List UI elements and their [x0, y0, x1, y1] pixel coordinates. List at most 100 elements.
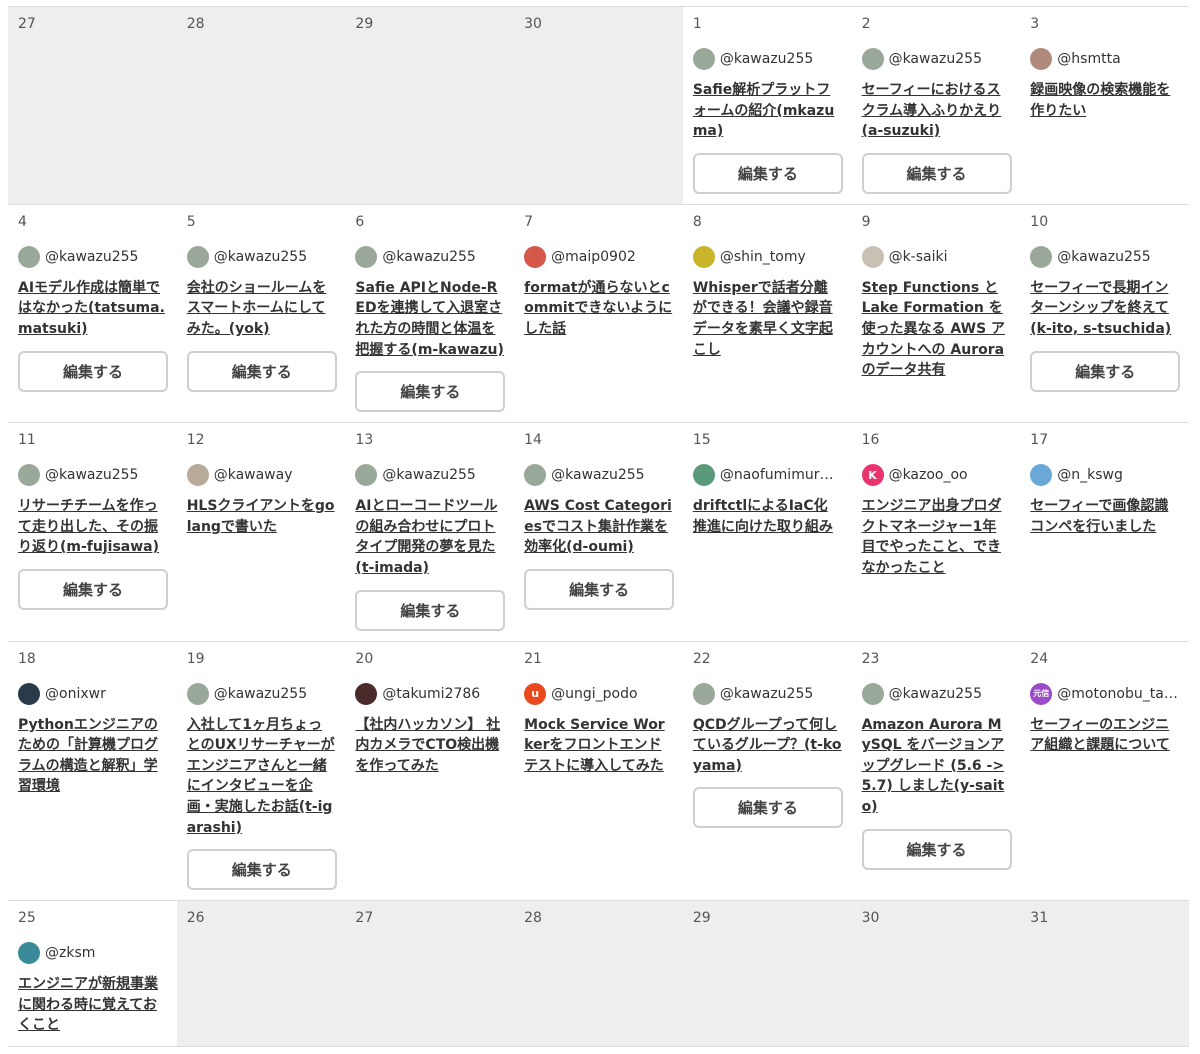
entry-title-link[interactable]: 録画映像の検索機能を作りたい — [1030, 80, 1179, 121]
entry-author[interactable]: @k-saiki — [861, 245, 1011, 268]
entry-author[interactable]: @kawazu255 — [186, 245, 336, 268]
avatar — [18, 464, 40, 487]
calendar-day: 1 @kawazu255 Safie解析プラットフォームの紹介(mkazuma) 編集… — [683, 7, 852, 204]
entry-author[interactable]: @kawazu255 — [524, 464, 673, 487]
calendar-week: 11 @kawazu255 リサーチチームを作って走り出した、その振り返り(m-fu… — [8, 423, 1189, 642]
avatar — [18, 682, 40, 705]
entry-author[interactable]: K @kazoo_oo — [861, 464, 1011, 487]
edit-button[interactable]: 編集する — [692, 787, 843, 829]
calendar-day: 7 @maip0902 formatが通らないとcommitできないようにした話 — [514, 205, 683, 422]
entry-author[interactable]: @n_kswg — [1030, 464, 1179, 487]
entry-title-link[interactable]: Step Functions と Lake Formation を使った異なる … — [862, 278, 1011, 381]
edit-button[interactable]: 編集する — [186, 350, 337, 392]
entry-title-link[interactable]: 入社して1ヶ月ちょっとのUXリサーチャーがエンジニアさんと一緒にインタビューを企… — [187, 715, 336, 839]
edit-button[interactable]: 編集する — [18, 568, 168, 610]
day-number: 18 — [18, 650, 36, 667]
author-username: @maip0902 — [551, 248, 636, 265]
calendar-day: 5 @kawazu255 会社のショールームをスマートホームにしてみた。(yok) 編… — [177, 205, 346, 422]
calendar-day: 9 @k-saiki Step Functions と Lake Formation… — [852, 205, 1021, 422]
entry-author[interactable]: @kawazu255 — [18, 245, 167, 268]
entry-author[interactable]: @kawazu255 — [1030, 245, 1179, 268]
entry-title-link[interactable]: Whisperで話者分離ができる！会議や録音データを素早く文字起こし — [693, 278, 842, 360]
entry-author[interactable]: @kawazu255 — [692, 682, 842, 705]
avatar — [861, 245, 884, 268]
calendar-day-outside-month: 28 — [514, 901, 683, 1046]
edit-button[interactable]: 編集する — [861, 152, 1012, 194]
day-number: 2 — [861, 16, 871, 32]
author-username: @kawazu255 — [213, 685, 308, 702]
entry-title-link[interactable]: セーフィーで画像認識コンペを行いました — [1030, 496, 1179, 537]
day-number: 29 — [692, 910, 711, 927]
entry-title-link[interactable]: セーフィーにおけるスクラム導入ふりかえり(a-suzuki) — [862, 80, 1011, 142]
day-number: 24 — [1030, 650, 1049, 667]
entry-author[interactable]: @hsmtta — [1030, 48, 1179, 70]
day-number: 31 — [1030, 910, 1049, 927]
entry-title-link[interactable]: Safie解析プラットフォームの紹介(mkazuma) — [693, 80, 842, 142]
calendar-day: 15 @naofumimurata driftctlによるIaC化推進に向けた取り組… — [683, 423, 852, 640]
author-username: @ungi_podo — [551, 685, 638, 702]
edit-button[interactable]: 編集する — [692, 152, 843, 194]
entry-title-link[interactable]: リサーチチームを作って走り出した、その振り返り(m-fujisawa) — [18, 496, 167, 558]
day-number: 15 — [692, 432, 711, 449]
entry-author[interactable]: @zksm — [18, 942, 167, 965]
avatar — [1030, 245, 1053, 268]
edit-button[interactable]: 編集する — [355, 589, 506, 631]
entry-author[interactable]: @kawazu255 — [861, 48, 1011, 70]
entry-author[interactable]: @naofumimurata — [692, 464, 842, 487]
day-number: 14 — [524, 432, 542, 449]
author-username: @kawazu255 — [1057, 248, 1151, 265]
calendar-day: 24 元信 @motonobu_tani... セーフィーのエンジニア組織と課題につい… — [1020, 642, 1189, 901]
edit-button[interactable]: 編集する — [861, 828, 1012, 870]
entry-author[interactable]: u @ungi_podo — [524, 682, 673, 705]
entry-title-link[interactable]: QCDグループって何しているグループ？(t-koyama) — [693, 715, 842, 777]
entry-title-link[interactable]: Mock Service Workerをフロントエンドテストに導入してみた — [524, 715, 673, 777]
day-number: 28 — [524, 910, 542, 927]
entry-title-link[interactable]: AIモデル作成は簡単ではなかった(tatsuma.matsuki) — [18, 278, 167, 340]
author-username: @shin_tomy — [719, 248, 806, 265]
entry-author[interactable]: @takumi2786 — [355, 682, 504, 705]
calendar-day-outside-month: 29 — [682, 901, 852, 1046]
entry-title-link[interactable]: Pythonエンジニアのための「計算機プログラムの構造と解釈」学習環境 — [18, 715, 167, 797]
author-username: @kawazu255 — [719, 51, 814, 67]
entry-title-link[interactable]: formatが通らないとcommitできないようにした話 — [524, 278, 673, 340]
calendar-day: 18 @onixwr Pythonエンジニアのための「計算機プログラムの構造と解釈」… — [8, 642, 177, 901]
avatar — [1030, 464, 1053, 487]
entry-title-link[interactable]: エンジニアが新規事業に関わる時に覚えておくこと — [18, 974, 167, 1036]
entry-author[interactable]: @kawazu255 — [355, 245, 504, 268]
entry-title-link[interactable]: AIとローコードツールの組み合わせにプロトタイプ開発の夢を見た(t-imada) — [355, 496, 504, 578]
entry-title-link[interactable]: Safie APIとNode-REDを連携して入退室された方の時間と体温を把握す… — [355, 278, 504, 360]
entry-title-link[interactable]: 会社のショールームをスマートホームにしてみた。(yok) — [187, 278, 336, 340]
entry-author[interactable]: @kawazu255 — [18, 464, 167, 487]
calendar-week: 18 @onixwr Pythonエンジニアのための「計算機プログラムの構造と解釈」… — [8, 642, 1189, 902]
avatar — [18, 942, 40, 965]
entry-title-link[interactable]: セーフィーで長期インターンシップを終えて(k-ito, s-tsuchida) — [1030, 278, 1179, 340]
entry-title-link[interactable]: セーフィーのエンジニア組織と課題について — [1030, 715, 1179, 756]
calendar-day: 16 K @kazoo_oo エンジニア出身プロダクトマネージャー1年目でやったこと、… — [852, 423, 1021, 640]
edit-button[interactable]: 編集する — [186, 849, 337, 891]
day-number: 4 — [18, 213, 27, 230]
edit-button[interactable]: 編集する — [18, 350, 168, 392]
entry-author[interactable]: @kawazu255 — [692, 48, 842, 70]
entry-author[interactable]: 元信 @motonobu_tani... — [1030, 682, 1179, 705]
entry-title-link[interactable]: Amazon Aurora MySQL をバージョンアップグレード (5.6 -… — [862, 715, 1011, 818]
entry-title-link[interactable]: エンジニア出身プロダクトマネージャー1年目でやったこと、できなかったこと — [862, 496, 1011, 578]
edit-button[interactable]: 編集する — [524, 568, 675, 610]
entry-title-link[interactable]: 【社内ハッカソン】 社内カメラでCTO検出機を作ってみた — [355, 715, 504, 777]
entry-author[interactable]: @onixwr — [18, 682, 167, 705]
entry-title-link[interactable]: AWS Cost Categoriesでコスト集計作業を効率化(d-oumi) — [524, 496, 673, 558]
calendar-day-outside-month: 27 — [8, 7, 177, 204]
entry-author[interactable]: @kawaway — [186, 464, 336, 487]
entry-author[interactable]: @shin_tomy — [692, 245, 842, 268]
author-username: @kawazu255 — [888, 685, 982, 702]
entry-author[interactable]: @kawazu255 — [861, 682, 1011, 705]
calendar-day: 17 @n_kswg セーフィーで画像認識コンペを行いました — [1020, 423, 1189, 640]
entry-title-link[interactable]: driftctlによるIaC化推進に向けた取り組み — [693, 496, 842, 537]
entry-title-link[interactable]: HLSクライアントをgolangで書いた — [187, 496, 336, 537]
edit-button[interactable]: 編集する — [355, 371, 506, 413]
entry-author[interactable]: @kawazu255 — [355, 464, 504, 487]
entry-author[interactable]: @maip0902 — [524, 245, 673, 268]
author-username: @kawazu255 — [45, 467, 139, 484]
edit-button[interactable]: 編集する — [1030, 350, 1181, 392]
calendar-week: 4 @kawazu255 AIモデル作成は簡単ではなかった(tatsuma.mats… — [8, 205, 1189, 424]
entry-author[interactable]: @kawazu255 — [186, 682, 336, 705]
